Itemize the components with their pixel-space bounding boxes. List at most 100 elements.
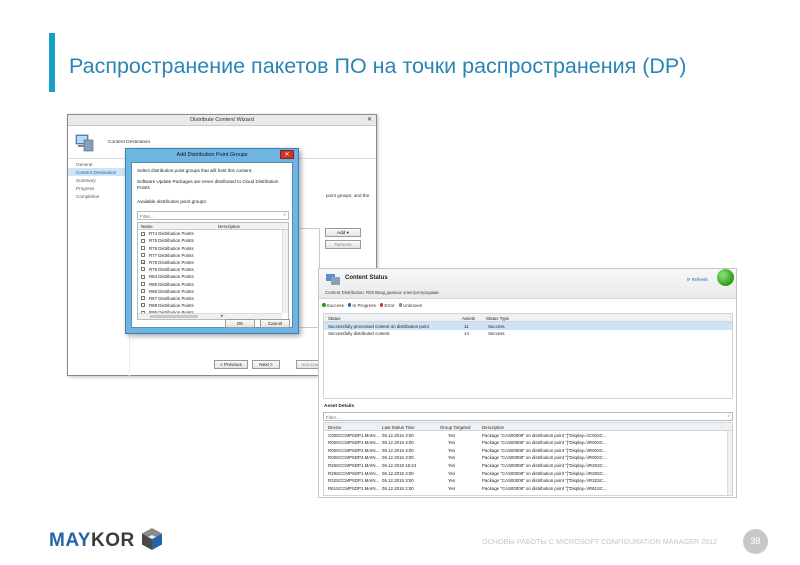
wizard-step-active[interactable]: Content Destination	[68, 168, 129, 176]
list-item-name: R75 Distribution Points	[149, 238, 194, 244]
cell: Yes	[448, 432, 456, 438]
list-item-name: R76 Distribution Points	[149, 245, 194, 251]
checkbox[interactable]	[141, 267, 145, 272]
chevron-right-icon[interactable]: ▸	[221, 313, 224, 319]
page-number: 38	[743, 529, 768, 554]
table-row[interactable]: R32SCCMPSDP1.MAIN... 05.12.2015 3:00 Yes Pa…	[324, 477, 732, 485]
close-icon[interactable]: ✕	[367, 116, 372, 123]
cell: Package "CAS00008" on distribution point…	[482, 455, 607, 461]
tab-error[interactable]: Error	[379, 301, 395, 309]
list-item[interactable]: R74 Distribution Points	[138, 230, 288, 237]
checkbox[interactable]	[141, 274, 145, 279]
wizard-steps: General Content Destination Summary Prog…	[68, 160, 130, 376]
checkbox[interactable]	[141, 245, 145, 250]
refresh-icon: ⟳	[686, 277, 691, 282]
table-row[interactable]: R29SCCMPSDP1.MAIN... 05.12.2015 3:00 Yes Pa…	[324, 469, 732, 477]
distribution-point-groups-list: Name Description R74 Distribution Points…	[137, 222, 289, 320]
column-group-targeted[interactable]: Group Targeted	[440, 425, 470, 430]
table-row[interactable]: R61SCCMPSDP1.MAIN... 05.12.2015 2:00 Yes Pa…	[324, 484, 732, 492]
content-status-panel: Content Status Content Distribution: R00…	[318, 268, 737, 498]
cell: 05.12.2015 3:00	[382, 440, 414, 446]
cell: R61SCCMPSDP1.MAIN...	[328, 485, 380, 491]
wizard-step[interactable]: Summary	[68, 176, 129, 184]
table-row[interactable]: Successfully processed content on distri…	[324, 322, 732, 330]
previous-button[interactable]: < Previous	[214, 360, 248, 369]
column-name[interactable]: Name	[141, 224, 153, 229]
cell: Yes	[448, 455, 456, 461]
cell: R00SCCMPSDP1.MAIN...	[328, 440, 380, 446]
cancel-button[interactable]: Cancel	[260, 319, 290, 328]
table-row[interactable]: Successfully distributed content 14 Succ…	[324, 330, 732, 338]
cell: 05.12.2015 3:00	[382, 470, 414, 476]
error-icon	[379, 303, 384, 307]
wizard-step[interactable]: Progress	[68, 184, 129, 192]
list-item[interactable]: ✓ R78 Distribution Points	[138, 259, 288, 266]
checkbox[interactable]	[141, 238, 145, 243]
list-item[interactable]: R83 Distribution Points	[138, 273, 288, 280]
content-status-header: Content Status Content Distribution: R00…	[319, 269, 736, 299]
list-item[interactable]: R89 Distribution Points	[138, 302, 288, 309]
vertical-scrollbar[interactable]	[282, 230, 288, 313]
search-icon[interactable]: ⌕	[283, 212, 286, 218]
wizard-titlebar[interactable]: Distribute Content Wizard ✕	[68, 115, 376, 126]
cell: Successfully processed content on distri…	[328, 323, 429, 329]
table-row[interactable]: R00SCCMPSDP3.MAIN... 05.12.2015 3:00 Yes Pa…	[324, 454, 732, 462]
wizard-step[interactable]: General	[68, 160, 129, 168]
ok-button-label: OK	[236, 321, 244, 326]
checkbox[interactable]	[141, 289, 145, 293]
column-assets[interactable]: Assets	[462, 316, 475, 321]
table-row[interactable]: R25SCCMPSDP1.MAIN... 06.12.2015 16:24 Yes P…	[324, 461, 732, 469]
success-icon	[322, 303, 326, 307]
search-icon[interactable]: ⌕	[727, 413, 730, 419]
vertical-scrollbar[interactable]	[727, 431, 732, 495]
table-row[interactable]: R00SCCMPSDP2.MAIN... 05.12.2015 3:00 Yes Pa…	[324, 446, 732, 454]
close-icon[interactable]: ✕	[280, 150, 294, 159]
dialog-titlebar[interactable]: Add Distribution Point Groups ✕	[126, 149, 298, 161]
checkbox[interactable]	[141, 303, 145, 308]
checkbox[interactable]	[141, 231, 145, 236]
list-item-name: R87 Distribution Points	[149, 295, 194, 301]
list-item[interactable]: R79 Distribution Points	[138, 266, 288, 273]
list-item-name: R86 Distribution Points	[149, 288, 194, 294]
table-row[interactable]: R00SCCMPSDP1.MAIN... 05.12.2015 3:00 Yes Pa…	[324, 439, 732, 447]
tab-in-progress[interactable]: In Progress	[347, 301, 376, 309]
next-button[interactable]: Next >	[252, 360, 280, 369]
asset-filter-input[interactable]: Filter... ⌕	[323, 412, 733, 421]
list-item-name: R78 Distribution Points	[149, 259, 194, 265]
column-status[interactable]: Status	[328, 316, 340, 321]
add-button[interactable]: Add ▾	[325, 228, 361, 237]
list-item[interactable]: R75 Distribution Points	[138, 237, 288, 244]
checkbox[interactable]	[141, 296, 145, 301]
filter-placeholder: Filter...	[326, 414, 340, 420]
ok-button[interactable]: OK	[225, 319, 255, 328]
summary-button-label: Summar	[301, 362, 319, 367]
tab-label: In Progress	[352, 302, 376, 308]
list-item[interactable]: R85 Distribution Points	[138, 280, 288, 287]
list-item[interactable]: R86 Distribution Points	[138, 288, 288, 295]
tab-unknown[interactable]: Unknown	[398, 301, 422, 309]
cell: Successfully distributed content	[328, 331, 390, 337]
table-row[interactable]: C00SCCMPSDP1.MAIN... 05.12.2015 3:00 Yes Pa…	[324, 431, 732, 439]
scrollbar-thumb[interactable]	[150, 315, 198, 318]
tab-success[interactable]: Success	[322, 301, 344, 309]
column-last-status-time[interactable]: Last Status Time	[382, 425, 415, 430]
cell: Package "CAS00008" on distribution point…	[482, 462, 607, 468]
cell: R29SCCMPSDP1.MAIN...	[328, 470, 380, 476]
checkbox-checked[interactable]: ✓	[141, 260, 145, 265]
list-item[interactable]: R76 Distribution Points	[138, 244, 288, 251]
cell: 06.12.2015 16:24	[382, 462, 417, 468]
remove-button[interactable]: Remove	[325, 240, 361, 249]
column-status-type[interactable]: Status Type	[486, 316, 509, 321]
column-description[interactable]: Description	[218, 224, 240, 229]
wizard-step[interactable]: Completion	[68, 192, 129, 200]
unknown-icon	[398, 303, 403, 307]
filter-input[interactable]: Filter... ⌕	[137, 211, 289, 220]
refresh-link[interactable]: ⟳ Refresh	[687, 277, 708, 283]
list-item[interactable]: R77 Distribution Points	[138, 252, 288, 259]
checkbox[interactable]	[141, 281, 145, 286]
column-device[interactable]: Device	[328, 425, 341, 430]
column-description[interactable]: Description	[482, 425, 504, 430]
checkbox[interactable]	[141, 253, 145, 258]
table-header: Device Last Status Time Group Targeted D…	[324, 423, 732, 431]
list-item[interactable]: R87 Distribution Points	[138, 295, 288, 302]
